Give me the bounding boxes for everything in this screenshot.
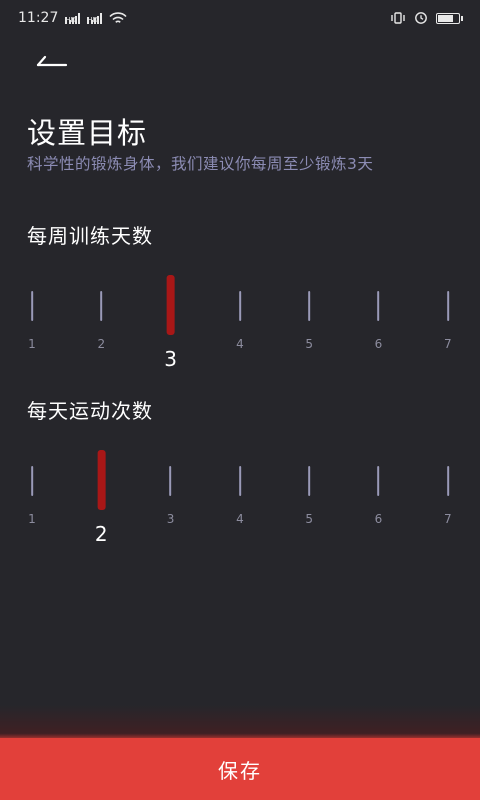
status-left: 11:27 HD HD <box>18 10 127 26</box>
vibrate-icon <box>391 12 405 24</box>
tick-bar <box>100 291 103 321</box>
daily-option-6[interactable]: 6 <box>374 445 383 526</box>
daily-option-5[interactable]: 5 <box>305 445 313 526</box>
tick-bar <box>446 466 449 496</box>
tick-label: 2 <box>97 337 106 351</box>
weekly-days-label: 每周训练天数 <box>27 224 153 248</box>
daily-sessions-label: 每天运动次数 <box>27 399 153 423</box>
tick-label: 1 <box>28 512 36 526</box>
signal-icon-2: HD <box>87 12 103 24</box>
tick-label: 6 <box>374 512 383 526</box>
alarm-icon <box>415 12 427 24</box>
tick-label: 5 <box>305 337 314 351</box>
daily-option-7[interactable]: 7 <box>444 445 452 526</box>
weekly-option-4[interactable]: 4 <box>236 270 244 351</box>
tick-bar <box>308 466 311 496</box>
tick-label: 6 <box>374 337 383 351</box>
tick-label: 7 <box>443 512 452 526</box>
tick-label: 3 <box>166 512 175 526</box>
weekly-option-6[interactable]: 6 <box>374 270 383 351</box>
daily-option-3[interactable]: 3 <box>166 445 175 526</box>
daily-sessions-picker[interactable]: 1 2 3 4 5 6 7 <box>0 445 480 555</box>
tick-bar <box>238 291 241 321</box>
weekly-option-3[interactable]: 3 <box>164 270 177 371</box>
status-bar: 11:27 HD HD <box>0 0 480 36</box>
daily-option-2[interactable]: 2 <box>95 445 108 546</box>
tick-label: 3 <box>164 347 177 371</box>
back-arrow-icon[interactable] <box>36 54 68 68</box>
daily-option-4[interactable]: 4 <box>236 445 244 526</box>
tick-bar <box>377 466 380 496</box>
battery-icon <box>436 12 463 24</box>
tick-bar <box>169 466 172 496</box>
selected-tick-bar <box>166 275 175 335</box>
tick-label: 5 <box>305 512 314 526</box>
tick-label: 4 <box>236 512 244 526</box>
tick-bar <box>446 291 449 321</box>
weekly-option-5[interactable]: 5 <box>305 270 313 351</box>
tick-bar <box>238 466 241 496</box>
weekly-option-7[interactable]: 7 <box>444 270 452 351</box>
weekly-option-2[interactable]: 2 <box>97 270 105 351</box>
signal-icon: HD <box>65 12 81 24</box>
weekly-option-1[interactable]: 1 <box>28 270 36 351</box>
tick-bar <box>308 291 311 321</box>
selected-tick-bar <box>97 450 106 510</box>
status-right <box>390 11 463 25</box>
daily-option-1[interactable]: 1 <box>28 445 36 526</box>
tick-label: 1 <box>28 337 36 351</box>
tick-bar <box>377 291 380 321</box>
tick-bar <box>30 291 33 321</box>
tick-label: 7 <box>443 337 452 351</box>
page-title: 设置目标 <box>27 116 148 150</box>
tick-label: 2 <box>94 522 108 546</box>
save-button[interactable]: 保存 <box>0 738 480 800</box>
status-time: 11:27 <box>18 10 59 26</box>
tick-bar <box>30 466 33 496</box>
tick-label: 4 <box>236 337 244 351</box>
weekly-days-picker[interactable]: 1 2 3 4 5 6 7 <box>0 270 480 380</box>
wifi-icon <box>109 11 127 23</box>
page-subtitle: 科学性的锻炼身体，我们建议你每周至少锻炼3天 <box>27 155 374 173</box>
